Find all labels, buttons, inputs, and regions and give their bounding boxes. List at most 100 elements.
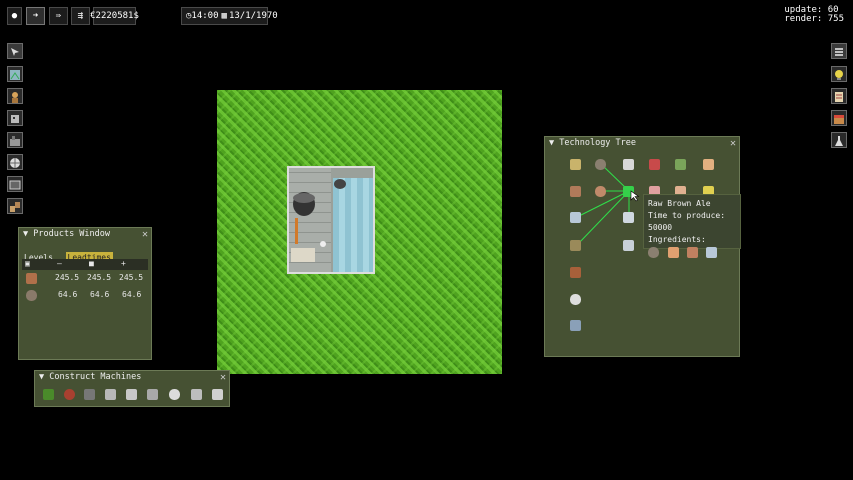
construct-machines-window[interactable]: ▼ Construct Machines ✕ <box>34 370 230 407</box>
store-icon <box>834 115 844 124</box>
factory-machines <box>291 179 346 262</box>
map-tool-icon <box>10 70 20 80</box>
barrel-product-icon <box>26 290 37 301</box>
plant-machine-icon[interactable] <box>43 389 54 400</box>
distiller-machine-icon[interactable] <box>147 389 158 400</box>
screen-button[interactable] <box>7 176 23 192</box>
pin-machine-icon[interactable] <box>64 389 75 400</box>
scroll-icon <box>835 92 843 102</box>
tooltip-product-name: Raw Brown Ale <box>648 199 711 208</box>
menu-button[interactable] <box>831 43 847 59</box>
fast-forward-button[interactable]: ⇛ <box>49 7 68 25</box>
tech-item-icon[interactable] <box>570 240 581 251</box>
row-value: 64.6 <box>90 290 110 299</box>
tooltip-ingredients-label: Ingredients: <box>648 235 706 244</box>
play-icon: ➜ <box>32 11 39 21</box>
tech-item-icon[interactable] <box>675 159 686 170</box>
decrease-header: – <box>57 259 62 268</box>
tech-item-icon[interactable] <box>623 159 634 170</box>
globe-icon <box>10 158 20 168</box>
fastest-forward-icon: ⇶ <box>77 11 84 21</box>
tech-item-icon[interactable] <box>649 159 660 170</box>
time-value: 14:00 <box>191 11 219 21</box>
mouse-cursor-icon <box>630 190 640 202</box>
conveyor-machine-icon[interactable] <box>84 389 95 400</box>
row-value: 64.6 <box>122 290 142 299</box>
tech-item-icon[interactable] <box>570 294 581 305</box>
flask-button[interactable] <box>831 132 847 148</box>
products-window-titlebar[interactable]: ▼ Products Window ✕ <box>19 228 151 241</box>
stop-button[interactable]: ● <box>7 7 22 25</box>
scroll-button[interactable] <box>831 88 847 104</box>
press-machine-icon[interactable] <box>105 389 116 400</box>
screen-icon <box>9 180 21 190</box>
close-icon[interactable]: ✕ <box>220 371 226 384</box>
tech-item-icon[interactable] <box>570 159 581 170</box>
fast-forward-icon: ⇛ <box>55 11 62 21</box>
play-button[interactable]: ➜ <box>26 7 45 25</box>
brewer-machine-icon[interactable] <box>191 389 202 400</box>
money-display: €2220581$ <box>90 7 139 25</box>
tech-item-icon[interactable] <box>703 159 714 170</box>
close-icon[interactable]: ✕ <box>142 228 148 241</box>
tech-tooltip: Raw Brown Ale Time to produce: 50000 Ing… <box>643 194 741 258</box>
image-icon: ▣ <box>25 259 30 268</box>
money-value: €2220581$ <box>90 11 139 21</box>
tank-machine-icon[interactable] <box>169 389 180 400</box>
select-tool-icon <box>11 48 19 56</box>
products-table-header: ▣ – ■ + <box>22 259 148 270</box>
globe-button[interactable] <box>7 154 23 170</box>
idea-button[interactable] <box>831 66 847 82</box>
store-button[interactable] <box>831 110 847 126</box>
row-value: 245.5 <box>87 273 112 282</box>
render-rate: render: 755 <box>784 14 844 24</box>
construct-machines-titlebar[interactable]: ▼ Construct Machines ✕ <box>35 371 229 384</box>
calendar-icon: ▦ <box>221 11 227 21</box>
stop-header: ■ <box>89 259 94 268</box>
table-row: 64.6 64.6 64.6 <box>22 289 148 302</box>
ingredient-icon <box>668 247 679 258</box>
map-tool-button[interactable] <box>7 66 23 82</box>
packer-machine-icon[interactable] <box>212 389 223 400</box>
products-window[interactable]: ▼ Products Window ✕ Levels Leadtimes ▣ –… <box>18 227 152 360</box>
row-value: 64.6 <box>58 290 78 299</box>
mill-machine-icon[interactable] <box>126 389 137 400</box>
ingredient-icon <box>706 247 717 258</box>
flask-icon <box>835 136 843 146</box>
collapse-icon[interactable]: ▼ <box>23 229 28 239</box>
row-value: 245.5 <box>119 273 144 282</box>
tech-item-icon[interactable] <box>623 240 634 251</box>
stop-icon: ● <box>11 11 18 21</box>
tooltip-ingredients <box>648 246 736 258</box>
perf-stats: update: 60 render: 755 <box>784 6 844 24</box>
hourglass-product-icon <box>26 273 37 284</box>
tech-item-icon[interactable] <box>570 186 581 197</box>
boxes-button[interactable] <box>7 198 23 214</box>
tech-item-icon[interactable] <box>623 212 634 223</box>
machine-button[interactable] <box>7 132 23 148</box>
robot-button[interactable] <box>7 110 23 126</box>
robot-icon <box>11 115 19 123</box>
tech-item-icon[interactable] <box>570 267 581 278</box>
date-value: 13/1/1970 <box>228 11 278 21</box>
factory-building[interactable] <box>287 166 375 274</box>
idea-icon <box>835 70 843 80</box>
tech-item-icon[interactable] <box>570 320 581 331</box>
tech-item-icon[interactable] <box>595 159 606 170</box>
worker-icon <box>12 92 18 103</box>
ingredient-icon <box>648 247 659 258</box>
products-window-title: Products Window <box>33 229 111 239</box>
tech-item-icon[interactable] <box>595 186 606 197</box>
select-tool-button[interactable] <box>7 43 23 59</box>
machine-icon <box>10 136 20 146</box>
worker-button[interactable] <box>7 88 23 104</box>
collapse-icon[interactable]: ▼ <box>39 372 44 382</box>
tech-item-icon[interactable] <box>570 212 581 223</box>
datetime-display: ◷ 14:00 ▦ 13/1/1970 <box>181 7 278 25</box>
construct-machines-title: Construct Machines <box>49 372 142 382</box>
fastest-forward-button[interactable]: ⇶ <box>71 7 90 25</box>
row-value: 245.5 <box>55 273 80 282</box>
ingredient-icon <box>687 247 698 258</box>
menu-icon <box>835 48 843 56</box>
tooltip-time: Time to produce: 50000 <box>648 211 726 232</box>
